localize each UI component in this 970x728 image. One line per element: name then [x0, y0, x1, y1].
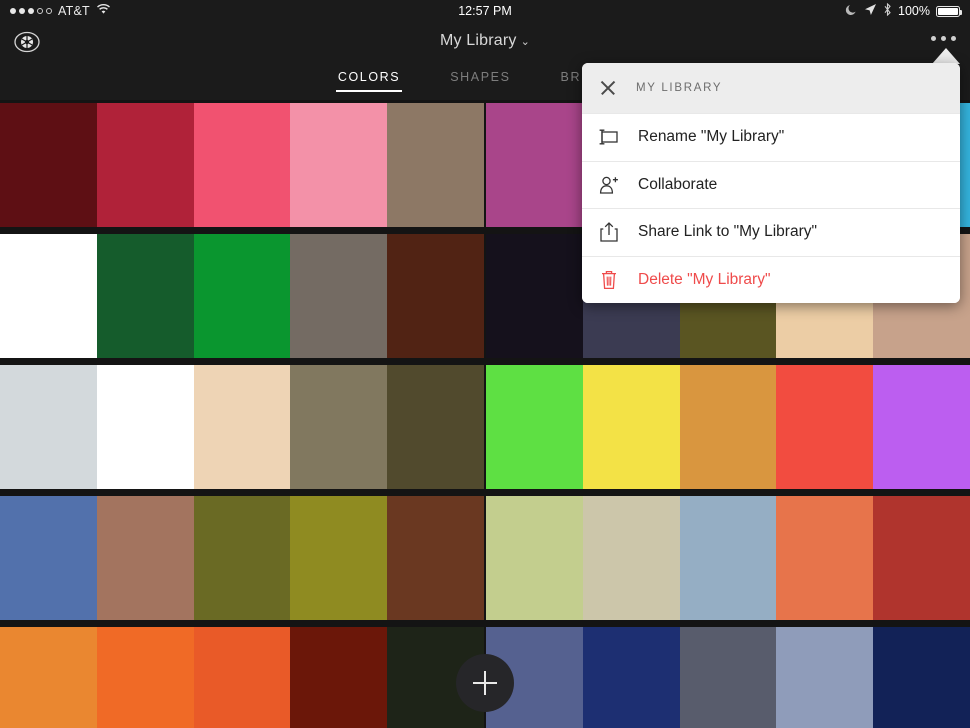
add-button[interactable] — [456, 654, 514, 712]
popup-pointer — [932, 48, 960, 64]
tab-shapes[interactable]: SHAPES — [448, 68, 512, 92]
more-options-icon[interactable] — [931, 36, 956, 41]
carrier-label: AT&T — [58, 4, 90, 18]
color-swatch[interactable] — [0, 496, 97, 620]
add-person-icon — [598, 174, 620, 196]
color-palette[interactable] — [0, 496, 484, 620]
color-swatch[interactable] — [96, 496, 194, 620]
trash-icon — [598, 269, 620, 291]
library-options-menu: MY LIBRARY Rename "My Library" Collabora… — [582, 63, 960, 303]
menu-item-share-link[interactable]: Share Link to "My Library" — [582, 208, 960, 256]
menu-item-collaborate[interactable]: Collaborate — [582, 160, 960, 208]
color-swatch[interactable] — [582, 496, 680, 620]
color-swatch[interactable] — [290, 234, 388, 358]
battery-full-icon — [936, 5, 962, 17]
color-swatch[interactable] — [96, 234, 194, 358]
share-upload-icon — [598, 221, 620, 243]
color-palette[interactable] — [486, 627, 970, 728]
color-swatch[interactable] — [582, 365, 680, 489]
color-swatch[interactable] — [193, 365, 291, 489]
menu-item-rename-label: Rename "My Library" — [638, 128, 785, 146]
color-swatch[interactable] — [290, 627, 388, 728]
color-swatch[interactable] — [0, 627, 97, 728]
color-swatch[interactable] — [776, 365, 874, 489]
color-palette[interactable] — [0, 627, 484, 728]
color-swatch[interactable] — [873, 496, 970, 620]
status-bar-clock: 12:57 PM — [458, 4, 512, 18]
battery-percent-label: 100% — [898, 4, 930, 18]
menu-item-delete-label: Delete "My Library" — [638, 270, 771, 288]
popup-title: MY LIBRARY — [636, 82, 723, 94]
color-swatch[interactable] — [486, 365, 583, 489]
status-bar-left: AT&T — [10, 4, 111, 18]
color-swatch[interactable] — [582, 627, 680, 728]
color-palette[interactable] — [0, 365, 484, 489]
bluetooth-icon — [883, 2, 892, 19]
color-palette[interactable] — [0, 234, 484, 358]
chevron-down-icon: ⌄ — [520, 36, 531, 48]
color-swatch[interactable] — [387, 365, 484, 489]
color-swatch[interactable] — [679, 496, 777, 620]
rename-textbox-icon — [598, 126, 620, 148]
color-swatch[interactable] — [486, 234, 583, 358]
color-palette[interactable] — [486, 496, 970, 620]
color-swatch[interactable] — [193, 627, 291, 728]
color-swatch[interactable] — [290, 103, 388, 227]
wifi-icon — [96, 4, 111, 18]
color-swatch[interactable] — [193, 496, 291, 620]
tab-colors[interactable]: COLORS — [335, 68, 403, 92]
moon-icon — [845, 3, 858, 19]
menu-item-rename[interactable]: Rename "My Library" — [582, 113, 960, 161]
plus-icon — [473, 671, 497, 695]
color-swatch[interactable] — [0, 234, 97, 358]
page-title[interactable]: My Library ⌄ — [0, 32, 970, 50]
menu-item-collaborate-label: Collaborate — [638, 175, 718, 193]
palette-row — [0, 493, 970, 624]
signal-strength-icon — [10, 8, 52, 14]
color-swatch[interactable] — [0, 103, 97, 227]
color-swatch[interactable] — [387, 103, 484, 227]
color-swatch[interactable] — [776, 496, 874, 620]
color-swatch[interactable] — [486, 496, 583, 620]
color-swatch[interactable] — [776, 627, 874, 728]
palette-row — [0, 362, 970, 493]
color-swatch[interactable] — [486, 103, 583, 227]
location-arrow-icon — [864, 3, 877, 19]
app-root: AT&T 12:57 PM 100% My Library ⌄ COLORS S… — [0, 0, 970, 728]
nav-bar: My Library ⌄ — [0, 22, 970, 62]
color-swatch[interactable] — [96, 103, 194, 227]
color-swatch[interactable] — [290, 496, 388, 620]
color-swatch[interactable] — [679, 627, 777, 728]
popup-header: MY LIBRARY — [582, 63, 960, 113]
color-swatch[interactable] — [290, 365, 388, 489]
page-title-label: My Library — [439, 32, 517, 49]
color-palette[interactable] — [0, 103, 484, 227]
color-swatch[interactable] — [96, 627, 194, 728]
close-icon[interactable] — [598, 78, 618, 98]
color-swatch[interactable] — [193, 234, 291, 358]
menu-item-delete[interactable]: Delete "My Library" — [582, 255, 960, 303]
color-swatch[interactable] — [0, 365, 97, 489]
color-swatch[interactable] — [679, 365, 777, 489]
color-swatch[interactable] — [873, 627, 970, 728]
color-swatch[interactable] — [193, 103, 291, 227]
status-bar: AT&T 12:57 PM 100% — [0, 0, 970, 22]
menu-item-share-link-label: Share Link to "My Library" — [638, 223, 817, 241]
color-swatch[interactable] — [96, 365, 194, 489]
color-swatch[interactable] — [387, 496, 484, 620]
color-palette[interactable] — [486, 365, 970, 489]
color-swatch[interactable] — [387, 234, 484, 358]
status-bar-right: 100% — [845, 2, 962, 19]
color-swatch[interactable] — [873, 365, 970, 489]
